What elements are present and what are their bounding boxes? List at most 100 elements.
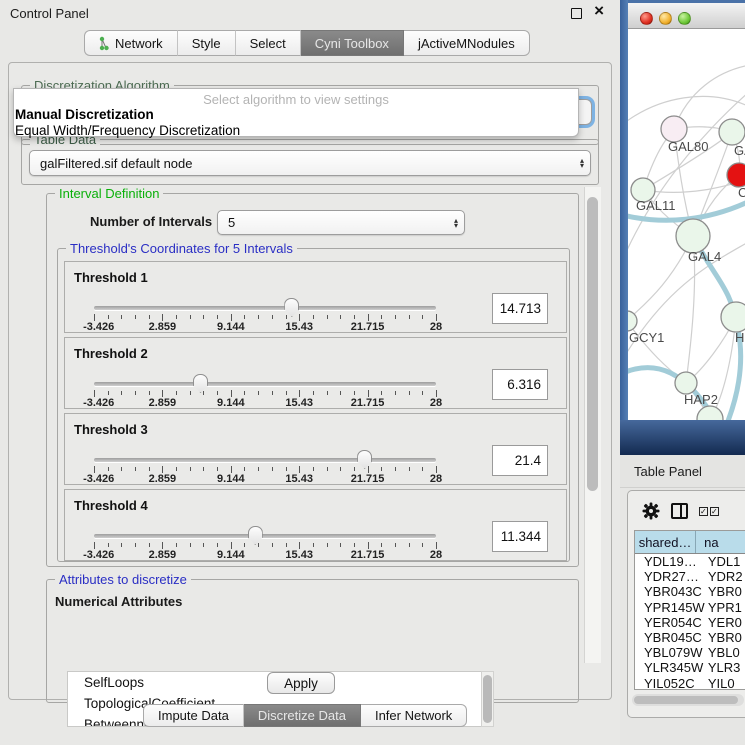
node-label-gal80: GAL80 xyxy=(668,139,708,154)
minimize-traffic-light-icon[interactable] xyxy=(659,12,672,25)
tab-cyni-toolbox[interactable]: Cyni Toolbox xyxy=(301,30,404,56)
tab-label: jActiveMNodules xyxy=(418,36,515,51)
numerical-attributes-heading: Numerical Attributes xyxy=(55,594,182,609)
table-row[interactable]: YBL079WYBL0 xyxy=(635,645,745,660)
gear-icon[interactable] xyxy=(642,502,660,520)
tab-label: Impute Data xyxy=(158,708,229,723)
cell-name: YDL1 xyxy=(708,554,745,569)
close-icon[interactable]: × xyxy=(594,1,604,21)
network-graph: GAL80GACGAL11GAL4GCY1HHAP2 xyxy=(628,29,745,420)
cell-shared-name: YBL079W xyxy=(635,645,708,660)
table-row[interactable]: YLR345WYLR3 xyxy=(635,660,745,675)
slider-tick-labels: -3.4262.8599.14415.4321.71528 xyxy=(94,549,436,561)
h-node[interactable] xyxy=(721,302,745,332)
tab-label: Infer Network xyxy=(375,708,452,723)
threshold-2-panel: Threshold 2-3.4262.8599.14415.4321.71528… xyxy=(64,337,567,409)
table-row[interactable]: YBR045CYBR0 xyxy=(635,630,745,645)
table-row[interactable]: YDR27…YDR2 xyxy=(635,569,745,584)
red-node[interactable] xyxy=(727,163,745,187)
bottom-node[interactable] xyxy=(697,406,723,420)
slider-tick-labels: -3.4262.8599.14415.4321.71528 xyxy=(94,397,436,409)
number-of-intervals-combobox[interactable]: 5 ▴▾ xyxy=(217,210,465,235)
bottom-tab-bar: Impute Data Discretize Data Infer Network xyxy=(143,704,467,727)
threshold-slider-track[interactable] xyxy=(94,382,436,386)
node-label-gal11: GAL11 xyxy=(636,198,676,213)
top-green[interactable] xyxy=(719,119,745,145)
network-icon xyxy=(99,36,109,51)
node-label-h: H xyxy=(735,330,744,345)
cell-name: YBR0 xyxy=(708,630,745,645)
threshold-slider-track[interactable] xyxy=(94,458,436,462)
checkbox-icons[interactable]: ✓ ✓ xyxy=(697,507,719,516)
threshold-slider-track[interactable] xyxy=(94,306,436,310)
column-header-shared-name[interactable]: shared… xyxy=(635,531,696,553)
table-header-row: shared… na xyxy=(635,531,745,554)
algorithm-popup-items: Manual DiscretizationEqual Width/Frequen… xyxy=(14,107,578,138)
tab-infer-network[interactable]: Infer Network xyxy=(361,704,467,727)
cell-name: YPR1 xyxy=(708,600,745,615)
threshold-3-panel: Threshold 3-3.4262.8599.14415.4321.71528… xyxy=(64,413,567,485)
table-row[interactable]: YIL052CYIL0 xyxy=(635,676,745,691)
table-row[interactable]: YER054CYER0 xyxy=(635,615,745,630)
cell-name: YBR0 xyxy=(708,584,745,599)
table-row[interactable]: YPR145WYPR1 xyxy=(635,600,745,615)
table-rows: YDL19…YDL1YDR27…YDR2YBR043CYBR0YPR145WYP… xyxy=(635,554,745,690)
gcy1-node[interactable] xyxy=(628,311,637,331)
tab-discretize-data[interactable]: Discretize Data xyxy=(244,704,361,727)
cell-name: YDR2 xyxy=(708,569,745,584)
network-canvas[interactable]: GAL80GACGAL11GAL4GCY1HHAP2 xyxy=(628,29,745,420)
columns-icon[interactable] xyxy=(671,503,688,519)
algorithm-option[interactable]: Manual Discretization xyxy=(14,107,578,123)
threshold-value-field[interactable]: 21.4 xyxy=(492,445,548,476)
close-traffic-light-icon[interactable] xyxy=(640,12,653,25)
gal4-node[interactable] xyxy=(676,219,710,253)
apply-button[interactable]: Apply xyxy=(267,672,335,694)
node-label-gal4: GAL4 xyxy=(688,249,721,264)
cell-shared-name: YIL052C xyxy=(635,676,708,690)
algorithm-option[interactable]: Equal Width/Frequency Discretization xyxy=(14,123,578,139)
threshold-4-panel: Threshold 4 -3.4262.8599.14415.4321.71528… xyxy=(64,489,567,561)
table-row[interactable]: YDL19…YDL1 xyxy=(635,554,745,569)
table-hscrollbar-thumb[interactable] xyxy=(634,696,738,704)
tab-select[interactable]: Select xyxy=(236,30,301,56)
number-of-intervals-label: Number of Intervals xyxy=(90,214,212,229)
hap2-node[interactable] xyxy=(675,372,697,394)
panel-title: Control Panel xyxy=(10,6,89,21)
table-row[interactable]: YBR043CYBR0 xyxy=(635,584,745,599)
cell-shared-name: YDR27… xyxy=(635,569,708,584)
cell-name: YLR3 xyxy=(708,660,745,675)
threshold-1-panel: Threshold 1-3.4262.8599.14415.4321.71528… xyxy=(64,261,567,333)
number-of-intervals-value: 5 xyxy=(228,215,235,230)
table-panel-title: Table Panel xyxy=(634,464,702,479)
tab-style[interactable]: Style xyxy=(178,30,236,56)
tab-jactivemnodules[interactable]: jActiveMNodules xyxy=(404,30,530,56)
stepper-arrows-icon: ▴▾ xyxy=(454,218,458,228)
threshold-label: Threshold 4 xyxy=(74,498,148,513)
cell-shared-name: YLR345W xyxy=(635,660,708,675)
threshold-value-field[interactable]: 14.713 xyxy=(492,293,548,324)
network-window-titlebar[interactable] xyxy=(628,3,745,29)
thresholds-group: Threshold's Coordinates for 5 Intervals … xyxy=(57,248,570,562)
panel-scrollbar-thumb[interactable] xyxy=(587,197,598,491)
threshold-slider-track[interactable] xyxy=(94,534,436,538)
float-window-icon[interactable] xyxy=(571,8,582,19)
cell-name: YBL0 xyxy=(708,645,745,660)
tab-label: Cyni Toolbox xyxy=(315,36,389,51)
table-data-combobox[interactable]: galFiltered.sif default node ▴▾ xyxy=(29,150,591,176)
node-label-hap2: HAP2 xyxy=(684,392,718,407)
algorithm-prompt-item[interactable]: Select algorithm to view settings xyxy=(14,92,578,107)
threshold-value-field[interactable]: 6.316 xyxy=(492,369,548,400)
table-panel: ✓ ✓ shared… na YDL19…YDL1YDR27…YDR2YBR04… xyxy=(627,490,745,718)
threshold-label: Threshold 1 xyxy=(74,270,148,285)
tab-impute-data[interactable]: Impute Data xyxy=(143,704,244,727)
threshold-value-field[interactable]: 11.344 xyxy=(492,521,548,552)
checkbox-icon: ✓ xyxy=(710,507,719,516)
tab-network[interactable]: Network xyxy=(84,30,178,56)
column-header-name[interactable]: na xyxy=(696,531,745,553)
zoom-traffic-light-icon[interactable] xyxy=(678,12,691,25)
apply-button-label: Apply xyxy=(284,676,318,691)
node-table: shared… na YDL19…YDL1YDR27…YDR2YBR043CYB… xyxy=(634,530,745,690)
tab-label: Discretize Data xyxy=(258,708,346,723)
attributes-scrollbar-thumb[interactable] xyxy=(483,675,492,723)
table-toolbar: ✓ ✓ xyxy=(628,495,745,527)
